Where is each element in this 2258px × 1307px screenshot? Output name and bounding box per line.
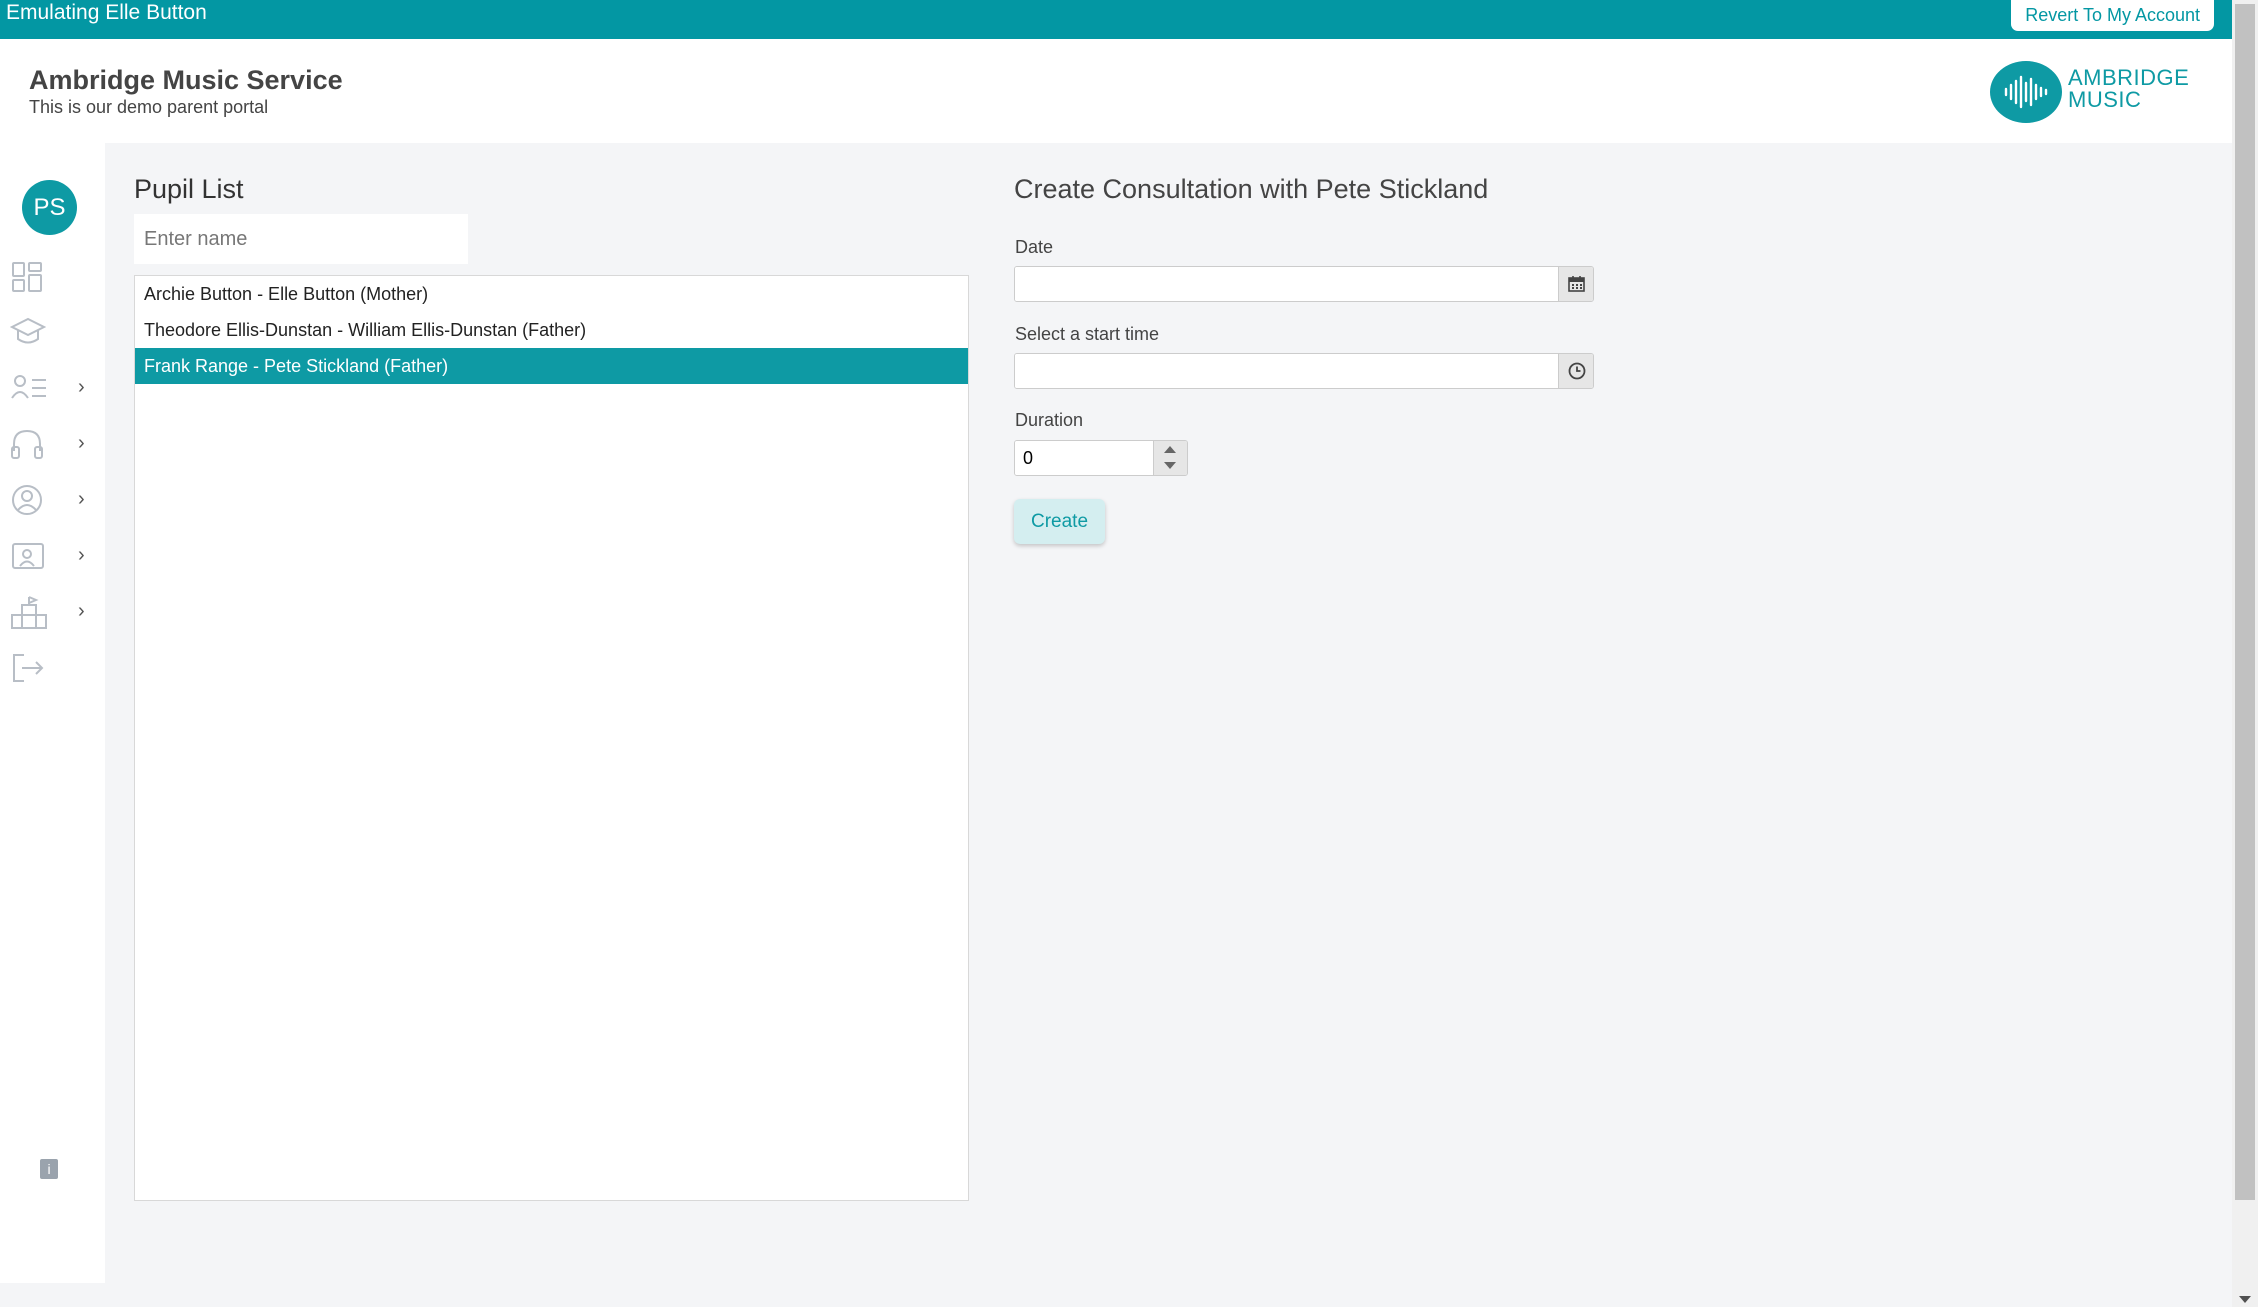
sidebar-item-lessons[interactable] — [10, 311, 95, 351]
avatar[interactable]: PS — [22, 180, 77, 235]
chevron-right-icon: › — [78, 432, 85, 454]
start-time-field — [1014, 353, 1594, 389]
duration-spinner[interactable] — [1153, 441, 1187, 475]
brand-subtitle: This is our demo parent portal — [29, 97, 269, 117]
sidebar-item-logout[interactable] — [10, 647, 95, 687]
graduation-cap-icon — [10, 317, 46, 344]
logo-text: AMBRIDGE MUSIC — [2068, 67, 2189, 111]
clock-icon — [1568, 362, 1586, 380]
contact-card-icon — [12, 543, 44, 569]
sidebar-item-contacts[interactable]: › — [10, 535, 95, 575]
clock-button[interactable] — [1558, 354, 1593, 388]
page-scrollbar[interactable] — [2232, 0, 2258, 1307]
header: Ambridge Music Service This is our demo … — [0, 39, 2232, 143]
org-chart-icon — [11, 596, 47, 629]
pupil-list-title: Pupil List — [134, 174, 244, 204]
sidebar-item-pupils[interactable]: › — [10, 367, 95, 407]
emulation-bar: Emulating Elle Button Revert To My Accou… — [0, 0, 2232, 39]
scroll-down-icon[interactable] — [2239, 1296, 2251, 1303]
dashboard-icon — [12, 262, 42, 292]
brand-title: Ambridge Music Service — [29, 65, 343, 95]
calendar-button[interactable] — [1558, 267, 1593, 301]
list-item[interactable]: Archie Button - Elle Button (Mother) — [135, 276, 968, 312]
date-label: Date — [1015, 237, 1054, 257]
logo-text-line2: MUSIC — [2068, 87, 2142, 112]
calendar-icon — [1568, 276, 1585, 292]
pupil-list: Archie Button - Elle Button (Mother) The… — [134, 275, 969, 1201]
increment-arrow-icon[interactable] — [1164, 446, 1176, 453]
revert-account-button[interactable]: Revert To My Account — [2011, 0, 2214, 31]
user-list-icon — [11, 375, 46, 399]
pupil-search-input[interactable] — [134, 214, 468, 264]
list-item-selected[interactable]: Frank Range - Pete Stickland (Father) — [135, 348, 968, 384]
sidebar: PS › › › › › i — [0, 143, 105, 1283]
sidebar-item-music[interactable]: › — [10, 423, 95, 463]
logo-soundwave-icon — [1990, 61, 2062, 123]
duration-stepper — [1014, 440, 1188, 476]
date-input[interactable] — [1015, 267, 1558, 301]
sidebar-item-account[interactable]: › — [10, 479, 95, 519]
consultation-form-title: Create Consultation with Pete Stickland — [1014, 174, 1489, 204]
list-item[interactable]: Theodore Ellis-Dunstan - William Ellis-D… — [135, 312, 968, 348]
user-circle-icon — [12, 485, 42, 515]
duration-label: Duration — [1015, 410, 1084, 430]
sidebar-item-organisation[interactable]: › — [10, 591, 95, 631]
date-field — [1014, 266, 1594, 302]
start-time-input[interactable] — [1015, 354, 1558, 388]
chevron-right-icon: › — [78, 600, 85, 622]
scrollbar-thumb[interactable] — [2235, 4, 2255, 1200]
create-button[interactable]: Create — [1014, 499, 1105, 544]
logo-text-line1: AMBRIDGE — [2068, 65, 2190, 90]
chevron-right-icon: › — [78, 376, 85, 398]
ambridge-music-logo: AMBRIDGE MUSIC — [1990, 61, 2190, 123]
info-icon[interactable]: i — [40, 1159, 58, 1179]
decrement-arrow-icon[interactable] — [1164, 462, 1176, 469]
logout-icon — [13, 654, 44, 682]
chevron-right-icon: › — [78, 544, 85, 566]
headphones-icon — [11, 429, 43, 459]
emulation-text: Emulating Elle Button — [6, 1, 207, 24]
chevron-right-icon: › — [78, 488, 85, 510]
start-time-label: Select a start time — [1015, 324, 1160, 344]
sidebar-item-dashboard[interactable] — [10, 256, 95, 296]
duration-input[interactable] — [1015, 441, 1153, 475]
